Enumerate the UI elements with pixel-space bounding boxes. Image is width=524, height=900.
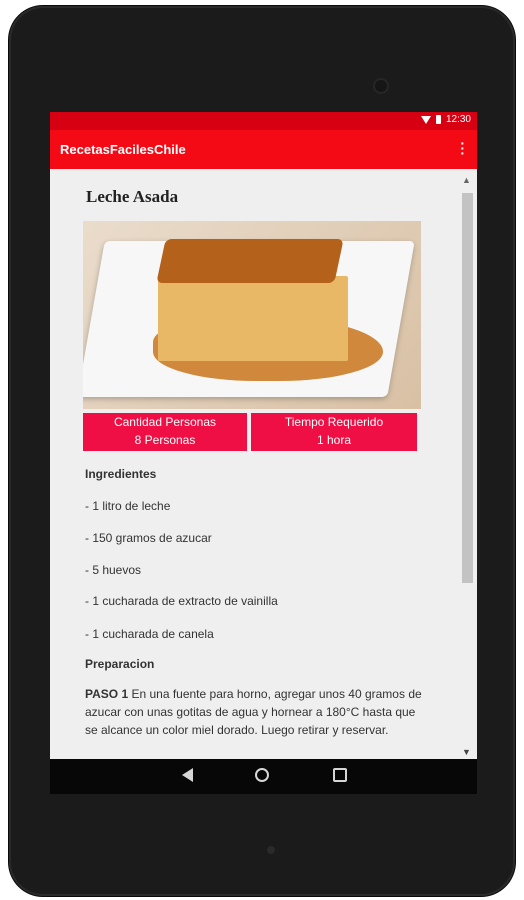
flan-top-shape [156, 239, 344, 283]
back-icon[interactable] [182, 768, 193, 782]
time-value: 1 hora [316, 433, 352, 447]
servings-value: 8 Personas [134, 433, 196, 447]
scrollbar[interactable]: ▲ ▼ [457, 169, 477, 759]
ingredient-item: - 1 litro de leche [85, 499, 171, 513]
scrollbar-thumb[interactable] [462, 193, 473, 583]
home-icon[interactable] [255, 768, 269, 782]
app-bar: RecetasFacilesChile · · · [50, 130, 477, 169]
scroll-up-icon[interactable]: ▲ [462, 175, 471, 185]
flan-side-shape [158, 276, 348, 361]
recipe-content[interactable]: Leche Asada Cantidad Personas 8 Personas… [50, 169, 477, 759]
time-label: Tiempo Requerido [284, 415, 384, 429]
app-title: RecetasFacilesChile [60, 142, 186, 157]
overflow-menu-icon[interactable]: · · · [460, 136, 465, 160]
ingredient-item: - 150 gramos de azucar [85, 531, 212, 545]
step-text: En una fuente para horno, agregar unos 4… [85, 687, 422, 737]
preparation-step: PASO 1 En una fuente para horno, agregar… [85, 685, 430, 739]
servings-box: Cantidad Personas 8 Personas [83, 413, 247, 451]
preparation-heading: Preparacion [85, 657, 155, 671]
ingredient-item: - 1 cucharada de canela [85, 627, 214, 641]
time-box: Tiempo Requerido 1 hora [251, 413, 417, 451]
wifi-icon [420, 115, 431, 124]
ingredients-heading: Ingredientes [85, 467, 157, 481]
status-icons: 12:30 [420, 114, 471, 125]
recent-apps-icon[interactable] [333, 768, 347, 782]
front-camera [375, 80, 387, 92]
device-sensor [267, 846, 275, 854]
ingredient-item: - 1 cucharada de extracto de vainilla [85, 594, 278, 608]
scroll-down-icon[interactable]: ▼ [462, 747, 471, 757]
status-time: 12:30 [445, 114, 471, 125]
recipe-photo [83, 221, 421, 409]
servings-label: Cantidad Personas [113, 415, 217, 429]
step-label: PASO 1 [85, 687, 129, 701]
navigation-bar [50, 759, 477, 794]
device-screen: 12:30 RecetasFacilesChile · · · Leche Asad… [50, 112, 477, 794]
battery-icon [435, 115, 441, 124]
ingredient-item: - 5 huevos [85, 563, 142, 577]
recipe-title: Leche Asada [86, 187, 179, 206]
status-bar: 12:30 [50, 112, 477, 130]
